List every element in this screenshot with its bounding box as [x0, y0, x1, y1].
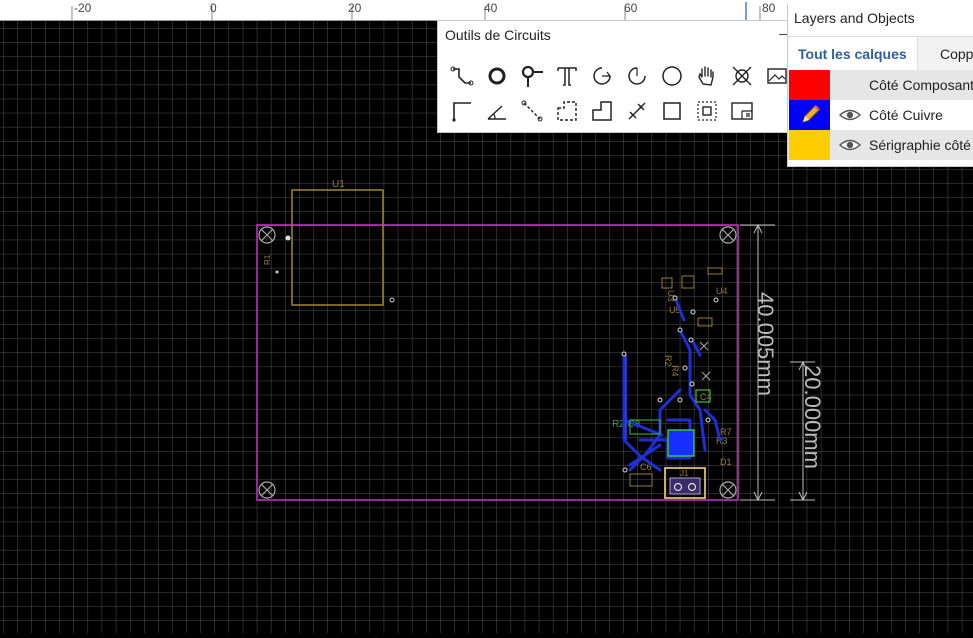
- tab-copper[interactable]: Copp: [930, 37, 973, 71]
- track-tool-button[interactable]: [447, 61, 477, 91]
- circle-tool-button[interactable]: [657, 61, 687, 91]
- layer-color-swatch[interactable]: [789, 70, 830, 100]
- component-label-u4: U4: [716, 286, 728, 296]
- rectangle-tool-button[interactable]: [657, 96, 687, 126]
- text-tool-button[interactable]: [552, 61, 582, 91]
- ruler-label: -20: [74, 1, 92, 15]
- dimension-label-20: 20.000mm: [800, 365, 825, 469]
- circle-arc-icon: [628, 67, 646, 85]
- group-icon: [697, 101, 717, 121]
- layer-color-swatch[interactable]: [789, 130, 830, 160]
- layer-name: Côté Composant: [869, 77, 973, 93]
- board-tool-button[interactable]: [727, 96, 757, 126]
- eye-icon[interactable]: [839, 138, 861, 152]
- ruler-label: 20: [348, 1, 362, 15]
- board-icon: [731, 102, 753, 120]
- eye-icon[interactable]: [839, 108, 861, 122]
- layers-tab-bar: Tout les calques Copp: [788, 36, 973, 71]
- component-label-d1: D1: [720, 457, 732, 467]
- copper-area-tool-button[interactable]: [552, 96, 582, 126]
- track-icon: [450, 66, 474, 86]
- layer-row-silkscreen[interactable]: Sérigraphie côté: [788, 130, 973, 160]
- layer-row-component-side[interactable]: Côté Composant: [788, 70, 973, 100]
- dimension-line-icon: [521, 100, 543, 122]
- svg-text:J1: J1: [680, 469, 689, 478]
- layers-panel-title: Layers and Objects: [794, 10, 915, 26]
- copper-area-icon: [557, 101, 577, 121]
- dimension-tool-button[interactable]: [517, 96, 547, 126]
- corner-tool-button[interactable]: [447, 96, 477, 126]
- text-icon: [557, 67, 577, 86]
- corner-icon: [452, 102, 471, 122]
- circle-arc-tool-button[interactable]: [622, 61, 652, 91]
- circuit-tools-panel: Outils de Circuits –: [437, 20, 788, 133]
- pencil-icon: [802, 105, 820, 123]
- via-icon: [488, 67, 506, 85]
- layer-color-swatch[interactable]: [789, 100, 830, 130]
- arc-icon: [593, 67, 612, 85]
- group-tool-button[interactable]: [692, 96, 722, 126]
- ruler-label: 80: [762, 1, 776, 15]
- via-tool-button[interactable]: [482, 61, 512, 91]
- circle-icon: [662, 66, 682, 86]
- pan-hand-icon: [698, 66, 714, 86]
- component-label-r3: R3: [716, 436, 728, 446]
- layer-row-copper-side[interactable]: Côté Cuivre: [788, 100, 973, 130]
- rectangle-icon: [663, 102, 681, 120]
- component-label-r4: R4: [670, 365, 680, 377]
- ruler-label: 60: [624, 1, 638, 15]
- dimension-label-40: 40.005mm: [753, 292, 778, 396]
- layer-name: Sérigraphie côté: [869, 137, 971, 153]
- pin-tool-button[interactable]: [517, 61, 547, 91]
- connect-icon: [732, 66, 752, 86]
- outline-tool-button[interactable]: [587, 96, 617, 126]
- layer-name: Côté Cuivre: [869, 107, 943, 123]
- pin-icon: [521, 65, 543, 87]
- angle-tool-button[interactable]: [482, 96, 512, 126]
- tab-all-layers[interactable]: Tout les calques: [788, 37, 918, 71]
- connect-tool-button[interactable]: [727, 61, 757, 91]
- arc-tool-button[interactable]: [587, 61, 617, 91]
- component-label-r7: R7: [720, 427, 732, 437]
- angle-icon: [487, 105, 506, 120]
- cut-tool-button[interactable]: [622, 96, 652, 126]
- outline-icon: [592, 101, 612, 121]
- collapse-button[interactable]: –: [779, 25, 787, 41]
- component-label-small: R1: [263, 254, 272, 265]
- layers-objects-panel: Layers and Objects Tout les calques Copp…: [787, 4, 973, 167]
- ruler-label: 0: [210, 1, 217, 15]
- cut-icon: [628, 102, 646, 120]
- pan-tool-button[interactable]: [692, 61, 722, 91]
- component-label-u1: U1: [332, 179, 345, 190]
- ruler-label: 40: [484, 1, 498, 15]
- tools-panel-title: Outils de Circuits: [445, 27, 551, 43]
